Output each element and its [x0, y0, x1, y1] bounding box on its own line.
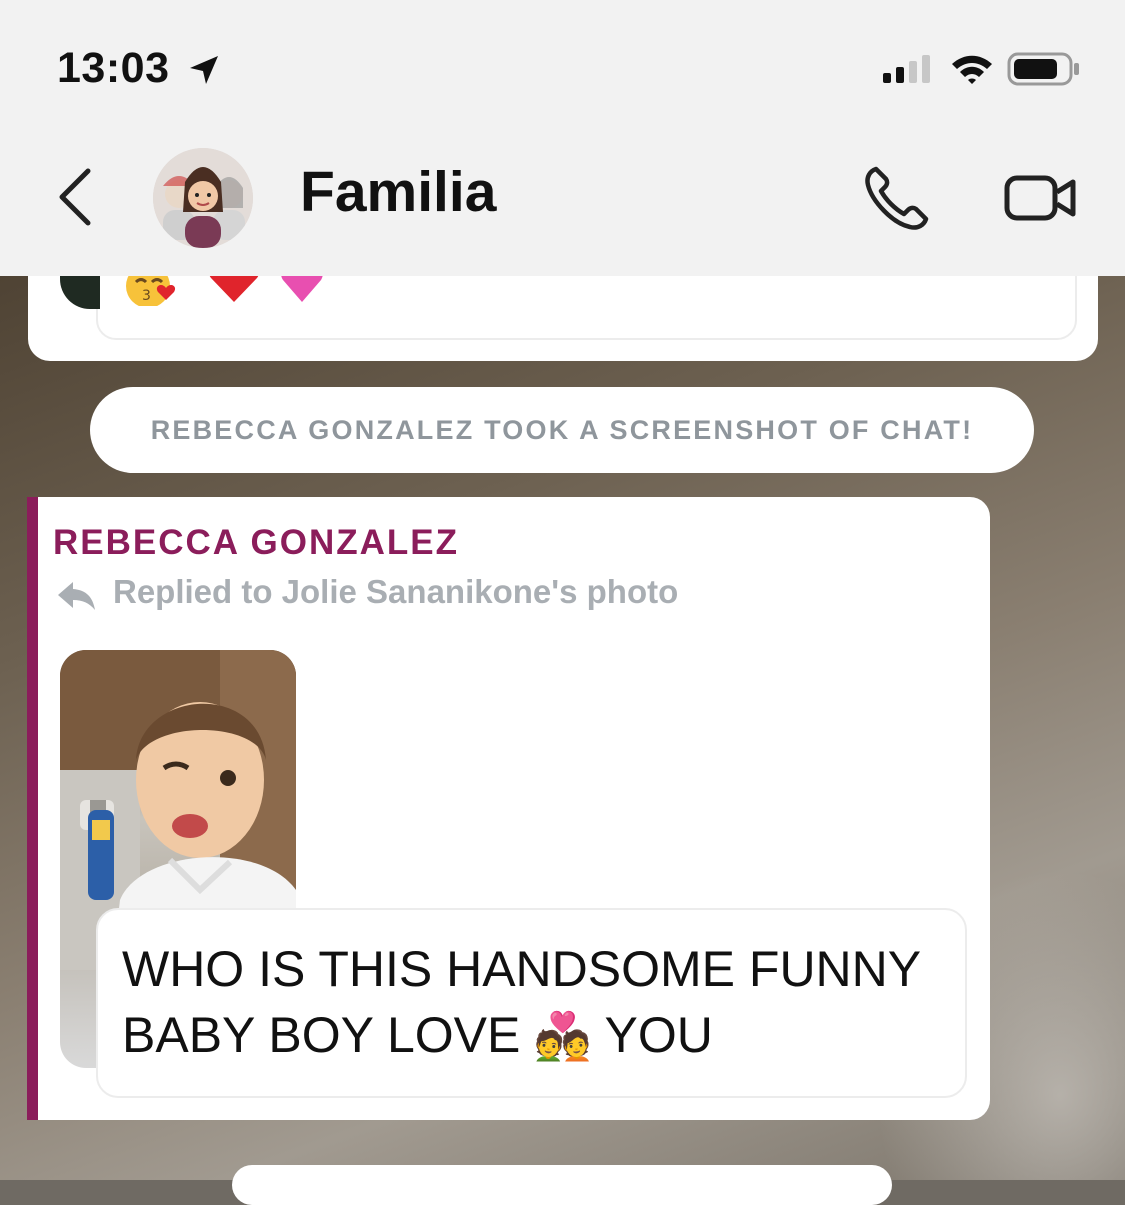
status-time: 13:03	[57, 44, 170, 92]
sender-color-stripe	[27, 497, 38, 1120]
message-text-line-2: BABY BOY LOVE 💑 YOU	[122, 1006, 713, 1064]
chat-header: Familia	[0, 135, 1125, 276]
message-text-line-2-start: BABY BOY LOVE	[122, 1007, 535, 1063]
svg-text:3: 3	[142, 288, 151, 304]
screenshot-notice: REBECCA GONZALEZ TOOK A SCREENSHOT OF CH…	[90, 387, 1034, 473]
group-avatar[interactable]	[153, 148, 253, 248]
back-chevron-icon[interactable]	[52, 165, 100, 229]
reply-context[interactable]: Replied to Jolie Sananikone's photo	[113, 573, 678, 611]
location-arrow-icon	[190, 56, 218, 84]
sender-name: REBECCA GONZALEZ	[53, 523, 459, 562]
chat-title[interactable]: Familia	[300, 159, 496, 225]
battery-icon	[1007, 52, 1079, 86]
message-text-line-1: WHO IS THIS HANDSOME FUNNY	[122, 941, 922, 997]
signal-icon	[883, 55, 930, 83]
status-bar: 13:03	[0, 0, 1125, 135]
message-text-bubble[interactable]	[96, 908, 967, 1098]
next-notice-pill	[232, 1165, 892, 1205]
screenshot-notice-text: REBECCA GONZALEZ TOOK A SCREENSHOT OF CH…	[150, 414, 974, 445]
reply-arrow-icon	[58, 582, 95, 610]
video-camera-icon[interactable]	[1003, 170, 1079, 226]
wifi-icon	[952, 55, 992, 84]
couple-heart-emoji: 💑	[534, 1010, 592, 1062]
phone-icon[interactable]	[862, 163, 932, 233]
message-text-line-2-end: YOU	[591, 1007, 713, 1063]
